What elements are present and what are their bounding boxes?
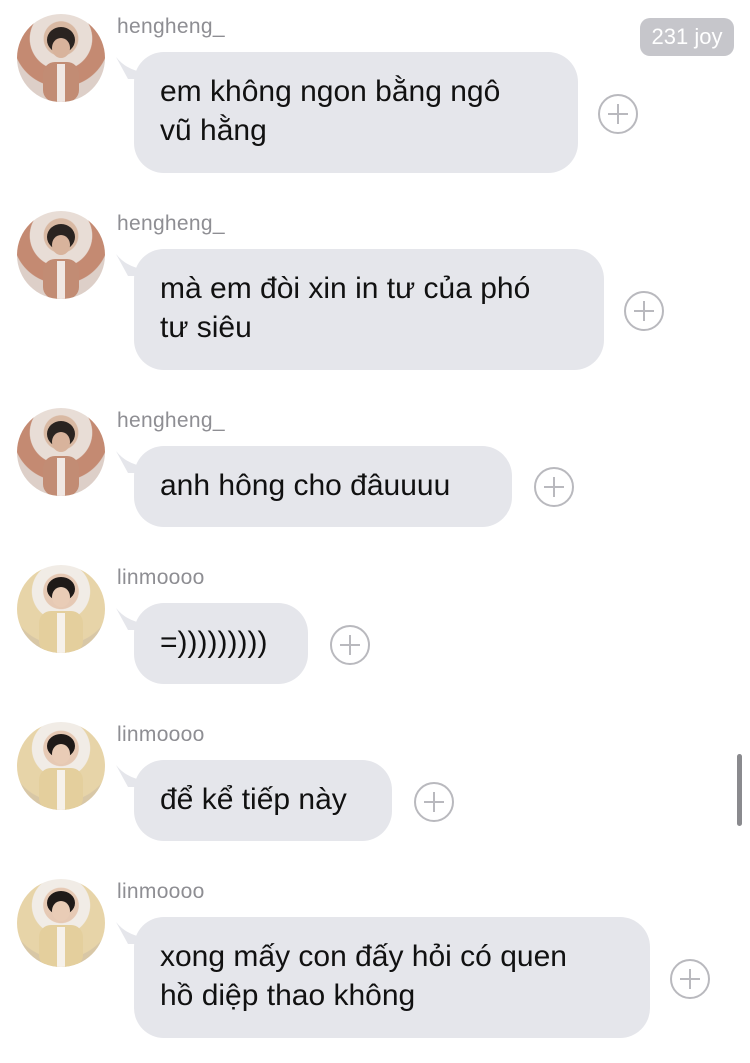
message-bubble[interactable]: =))))))))) bbox=[134, 603, 308, 684]
message-bubble[interactable]: mà em đòi xin in tư của phó tư siêu bbox=[134, 249, 604, 370]
plus-circle-icon[interactable] bbox=[670, 959, 710, 999]
sender-name: linmoooo bbox=[117, 566, 205, 589]
sender-name: linmoooo bbox=[117, 880, 205, 903]
plus-circle-icon[interactable] bbox=[414, 782, 454, 822]
user-avatar[interactable] bbox=[17, 408, 105, 496]
sender-name: linmoooo bbox=[117, 723, 205, 746]
scrollbar[interactable] bbox=[737, 754, 742, 826]
message-bubble[interactable]: xong mấy con đấy hỏi có quen hồ diệp tha… bbox=[134, 917, 650, 1038]
plus-circle-icon[interactable] bbox=[534, 467, 574, 507]
user-avatar[interactable] bbox=[17, 722, 105, 810]
message-line: =))))))))) bbox=[160, 626, 268, 659]
joy-count-badge: 231 joy bbox=[640, 18, 734, 56]
plus-circle-icon[interactable] bbox=[624, 291, 664, 331]
sender-name: hengheng_ bbox=[117, 409, 225, 432]
message-line: tư siêu bbox=[160, 311, 252, 344]
sender-name: hengheng_ bbox=[117, 15, 225, 38]
message-bubble[interactable]: em không ngon bằng ngô vũ hằng bbox=[134, 52, 578, 173]
user-avatar[interactable] bbox=[17, 14, 105, 102]
user-avatar[interactable] bbox=[17, 211, 105, 299]
message-line: để kể tiếp này bbox=[160, 783, 347, 816]
message-line: vũ hằng bbox=[160, 114, 267, 147]
message-line: em không ngon bằng ngô bbox=[160, 75, 501, 108]
plus-circle-icon[interactable] bbox=[330, 625, 370, 665]
message-bubble[interactable]: anh hông cho đâuuuu bbox=[134, 446, 512, 527]
message-bubble[interactable]: để kể tiếp này bbox=[134, 760, 392, 841]
message-line: anh hông cho đâuuuu bbox=[160, 469, 451, 502]
message-line: mà em đòi xin in tư của phó bbox=[160, 272, 531, 305]
message-line: hồ diệp thao không bbox=[160, 979, 416, 1012]
user-avatar[interactable] bbox=[17, 879, 105, 967]
message-line: xong mấy con đấy hỏi có quen bbox=[160, 940, 567, 973]
user-avatar[interactable] bbox=[17, 565, 105, 653]
plus-circle-icon[interactable] bbox=[598, 94, 638, 134]
sender-name: hengheng_ bbox=[117, 212, 225, 235]
